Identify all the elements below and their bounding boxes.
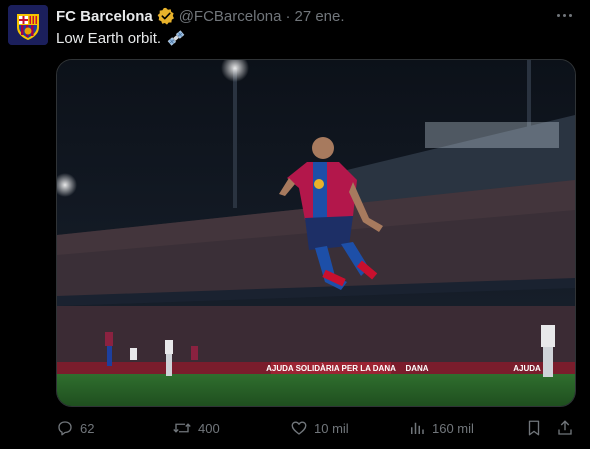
- avatar[interactable]: [8, 5, 48, 45]
- satellite-icon: [167, 30, 185, 46]
- banner-text: AJUDA SOLIDÀRIA PER LA DANA: [266, 364, 396, 373]
- banner-text-3: AJUDA: [513, 364, 541, 373]
- banner-text-2: DANA: [405, 364, 428, 373]
- more-options-button[interactable]: [554, 7, 574, 23]
- tweet-text: Low Earth orbit.: [56, 29, 185, 47]
- stadium-photo: AJUDA SOLIDÀRIA PER LA DANA DANA AJUDA: [57, 60, 575, 406]
- views-chart-icon: [411, 422, 424, 434]
- repost-icon: [173, 423, 191, 433]
- stadium-sign: [425, 122, 559, 148]
- verified-badge-icon: [157, 7, 174, 25]
- timestamp[interactable]: 27 ene.: [294, 8, 344, 25]
- more-dot-icon: [568, 13, 572, 17]
- fc-barcelona-crest-icon: [8, 5, 48, 45]
- bookmark-icon: [528, 420, 540, 436]
- handle[interactable]: @FCBarcelona: [179, 8, 282, 25]
- heart-icon: [291, 421, 307, 435]
- views-button[interactable]: 160 mil: [408, 418, 474, 438]
- tweet-actions: 62 400 10 mil 160 mil: [56, 418, 574, 438]
- reply-button[interactable]: 62: [56, 418, 94, 438]
- reply-icon: [58, 421, 72, 436]
- like-button[interactable]: 10 mil: [290, 418, 349, 438]
- more-dot-icon: [556, 13, 560, 17]
- display-name[interactable]: FC Barcelona: [56, 8, 153, 25]
- reply-count: 62: [80, 420, 95, 436]
- share-button[interactable]: [556, 418, 574, 438]
- separator-dot: ·: [285, 7, 291, 25]
- tweet-body: Low Earth orbit.: [56, 29, 162, 47]
- tweet-header: FC Barcelona @FCBarcelona · 27 ene.: [56, 6, 345, 26]
- more-dot-icon: [562, 13, 566, 17]
- share-icon: [558, 420, 572, 435]
- bookmark-button[interactable]: [526, 418, 542, 438]
- like-count: 10 mil: [314, 420, 349, 436]
- repost-count: 400: [198, 420, 220, 436]
- views-count: 160 mil: [432, 420, 474, 436]
- repost-button[interactable]: 400: [172, 418, 220, 438]
- tweet-photo[interactable]: AJUDA SOLIDÀRIA PER LA DANA DANA AJUDA: [56, 59, 576, 407]
